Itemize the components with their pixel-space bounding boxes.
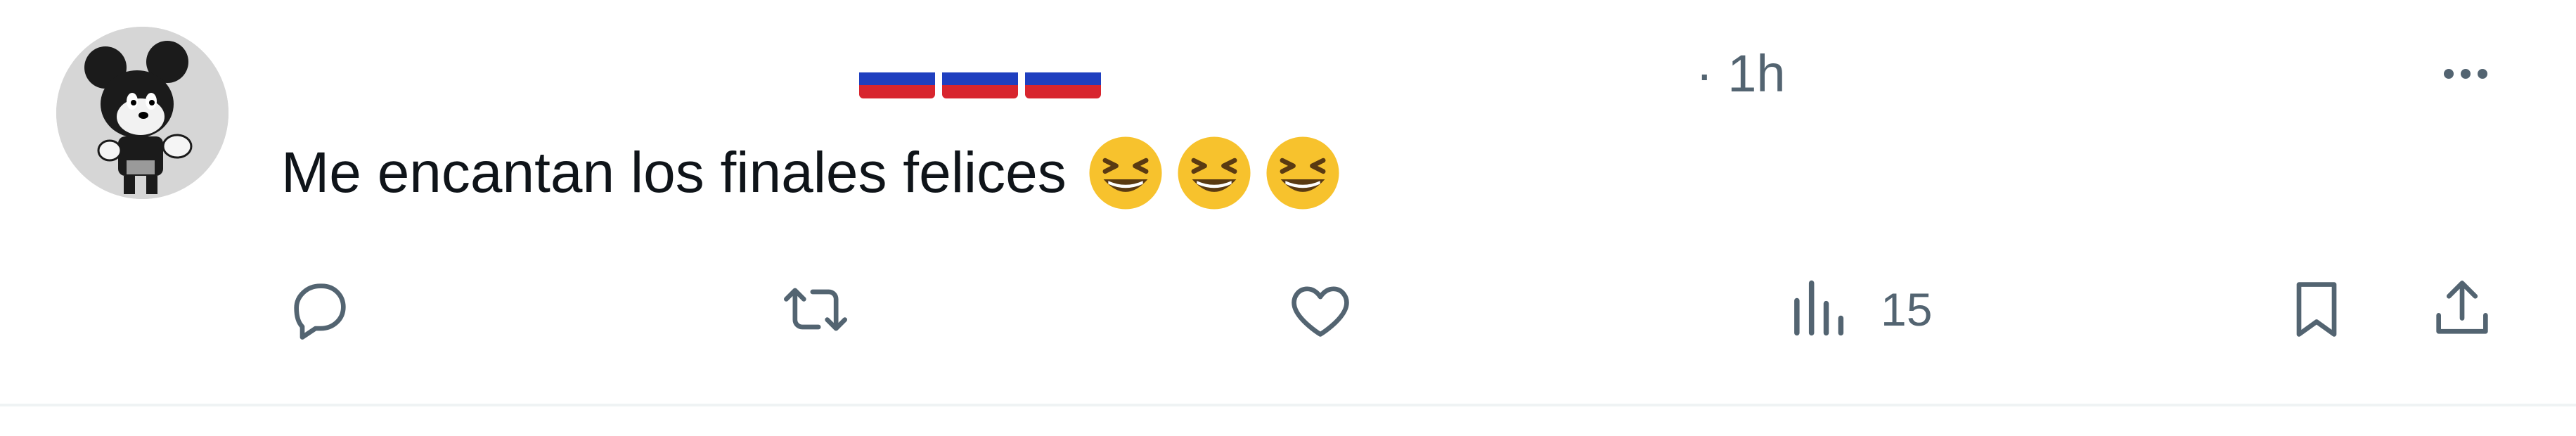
share-icon: [2436, 281, 2488, 334]
russia-flag-icon: [859, 59, 935, 98]
divider: [0, 404, 2576, 406]
share-button[interactable]: [2427, 267, 2497, 352]
post[interactable]: · 1h Me encantan los finales felices 15: [0, 0, 2576, 436]
russia-flag-icon: [1025, 59, 1101, 98]
grinning-squinting-face-icon: [1263, 134, 1342, 212]
views-count: 15: [1881, 283, 1933, 335]
grinning-squinting-face-icon: [1175, 134, 1254, 212]
like-button[interactable]: [1285, 267, 1355, 352]
timestamp[interactable]: · 1h: [1696, 42, 1786, 105]
emoji-group: [1086, 134, 1342, 212]
reply-button[interactable]: [285, 267, 355, 352]
heart-icon: [1292, 286, 1349, 337]
display-name[interactable]: [859, 59, 1101, 98]
action-bar: 15: [0, 267, 2576, 352]
views-button[interactable]: 15: [1782, 267, 1932, 352]
analytics-icon: [1794, 280, 1844, 336]
repost-button[interactable]: [780, 267, 851, 352]
post-text-content: Me encantan los finales felices: [281, 141, 1067, 205]
bookmark-icon: [2296, 282, 2337, 337]
post-header: · 1h: [0, 0, 2576, 141]
post-text: Me encantan los finales felices: [281, 134, 1342, 212]
russia-flag-icon: [942, 59, 1018, 98]
grinning-squinting-face-icon: [1086, 134, 1165, 212]
more-horizontal-icon[interactable]: [2434, 49, 2497, 98]
repost-icon: [784, 288, 847, 331]
bookmark-button[interactable]: [2281, 267, 2352, 352]
reply-icon: [294, 283, 346, 340]
